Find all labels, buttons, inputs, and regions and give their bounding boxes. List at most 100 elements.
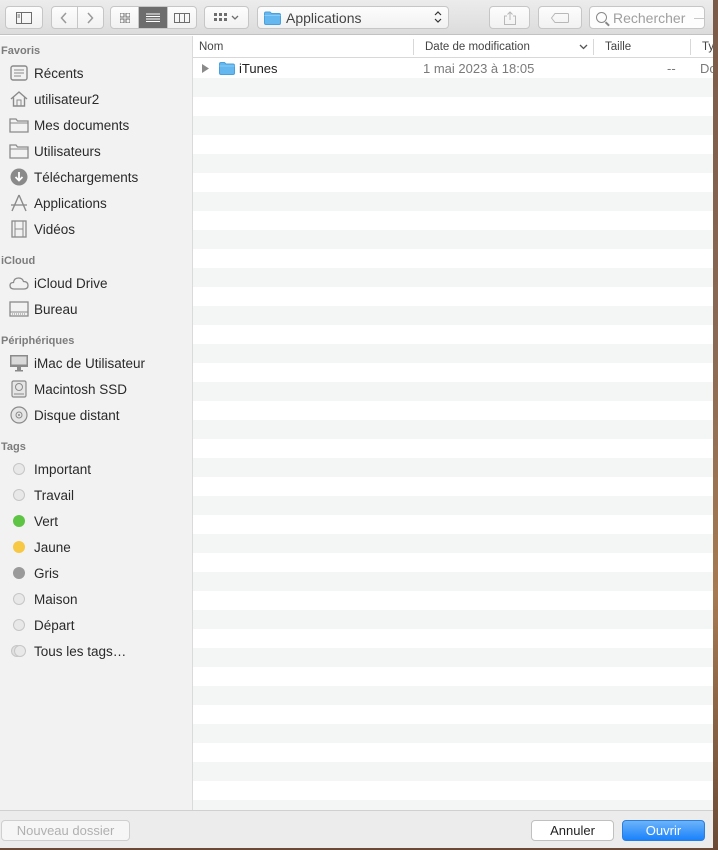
tag-button[interactable] — [538, 6, 582, 29]
empty-row — [193, 534, 713, 553]
empty-row — [193, 306, 713, 325]
disclosure-triangle-icon[interactable] — [202, 59, 209, 78]
sidebar-item-videos[interactable]: Vidéos — [0, 216, 192, 242]
column-view-button[interactable] — [168, 7, 196, 28]
empty-row — [193, 420, 713, 439]
sidebar-item-icloud-drive[interactable]: iCloud Drive — [0, 270, 192, 296]
sidebar-tag-jaune[interactable]: Jaune — [0, 534, 192, 560]
sidebar-item-label: iMac de Utilisateur — [34, 355, 146, 371]
sidebar-tag-depart[interactable]: Départ — [0, 612, 192, 638]
sidebar-tag-vert[interactable]: Vert — [0, 508, 192, 534]
sidebar-item-label: Vidéos — [34, 221, 76, 237]
view-mode-control — [110, 6, 197, 29]
columns-icon — [174, 12, 190, 23]
home-icon — [9, 90, 29, 108]
empty-row — [193, 363, 713, 382]
sidebar-item-home[interactable]: utilisateur2 — [0, 86, 192, 112]
icon-view-button[interactable] — [111, 7, 139, 28]
sidebar-item-utilisateurs[interactable]: Utilisateurs — [0, 138, 192, 164]
cancel-button[interactable]: Annuler — [531, 820, 614, 841]
column-separator[interactable] — [413, 39, 414, 55]
empty-row — [193, 629, 713, 648]
list-header: Nom Date de modification Taille Ty — [193, 36, 713, 58]
empty-row — [193, 800, 713, 810]
path-label: Applications — [286, 9, 362, 26]
sidebar-item-label: Récents — [34, 65, 84, 81]
empty-row — [193, 211, 713, 230]
tag-color-dot — [13, 593, 25, 605]
download-icon — [9, 168, 29, 186]
sort-chevron-down-icon — [579, 44, 588, 50]
share-icon — [503, 10, 516, 25]
empty-row — [193, 230, 713, 249]
sidebar-item-label: Maison — [34, 591, 78, 607]
empty-row — [193, 287, 713, 306]
sidebar-tag-gris[interactable]: Gris — [0, 560, 192, 586]
folder-icon — [219, 59, 235, 78]
film-icon — [9, 220, 29, 238]
forward-button[interactable] — [78, 7, 103, 28]
sidebar-item-macintosh-ssd[interactable]: Macintosh SSD — [0, 376, 192, 402]
search-icon — [596, 12, 607, 23]
sidebar-section-favoris: Favoris — [1, 45, 41, 57]
empty-row — [193, 173, 713, 192]
imac-icon — [9, 354, 29, 372]
group-grid-icon — [213, 12, 238, 21]
empty-row — [193, 439, 713, 458]
sidebar-toggle-button[interactable] — [5, 6, 43, 29]
empty-row — [193, 686, 713, 705]
sidebar-tag-travail[interactable]: Travail — [0, 482, 192, 508]
sidebar-item-bureau[interactable]: Bureau — [0, 296, 192, 322]
column-header-date[interactable]: Date de modification — [419, 36, 594, 58]
sidebar-section-icloud: iCloud — [1, 255, 36, 267]
column-header-size[interactable]: Taille — [599, 36, 689, 58]
rows-container: iTunes 1 mai 2023 à 18:05 -- Do — [193, 59, 713, 810]
column-header-name[interactable]: Nom — [193, 36, 413, 58]
open-file-dialog: Applications Rechercher Favoris Récents … — [0, 0, 713, 848]
grid-icon — [119, 12, 130, 23]
search-placeholder: Rechercher — [613, 9, 686, 26]
column-separator[interactable] — [690, 39, 691, 55]
empty-row — [193, 192, 713, 211]
tag-color-dot — [13, 619, 25, 631]
empty-row — [193, 515, 713, 534]
sidebar-tag-all[interactable]: Tous les tags… — [0, 638, 192, 664]
empty-row — [193, 325, 713, 344]
list-icon — [146, 13, 160, 22]
sidebar-item-imac[interactable]: iMac de Utilisateur — [0, 350, 192, 376]
table-row[interactable]: iTunes 1 mai 2023 à 18:05 -- Do — [193, 59, 713, 78]
sidebar-item-recents[interactable]: Récents — [0, 60, 192, 86]
empty-row — [193, 648, 713, 667]
sidebar-item-label: Disque distant — [34, 407, 120, 423]
tag-color-dot — [13, 463, 25, 475]
sidebar-section-tags: Tags — [1, 441, 26, 453]
column-header-type[interactable]: Ty — [696, 36, 713, 58]
group-by-button[interactable] — [204, 6, 249, 29]
sidebar-tag-important[interactable]: Important — [0, 456, 192, 482]
empty-row — [193, 667, 713, 686]
column-separator[interactable] — [593, 39, 594, 55]
optical-disc-icon — [9, 406, 29, 424]
path-popup[interactable]: Applications — [257, 6, 449, 29]
sidebar-item-applications[interactable]: Applications — [0, 190, 192, 216]
sidebar-item-disque-distant[interactable]: Disque distant — [0, 402, 192, 428]
search-field[interactable]: Rechercher — [589, 6, 705, 29]
open-button[interactable]: Ouvrir — [622, 820, 705, 841]
sidebar-item-label: Jaune — [34, 539, 71, 555]
sidebar-item-telechargements[interactable]: Téléchargements — [0, 164, 192, 190]
empty-row — [193, 97, 713, 116]
chevron-left-icon — [60, 11, 67, 24]
tag-color-dot — [13, 515, 25, 527]
share-button[interactable] — [489, 6, 530, 29]
applications-icon — [9, 194, 29, 212]
empty-row — [193, 496, 713, 515]
list-view-button[interactable] — [139, 7, 168, 28]
back-button[interactable] — [52, 7, 78, 28]
empty-row — [193, 705, 713, 724]
sidebar: Favoris Récents utilisateur2 Mes documen… — [0, 36, 193, 810]
empty-row — [193, 553, 713, 572]
sidebar-item-label: Téléchargements — [34, 169, 139, 185]
sidebar-item-mes-documents[interactable]: Mes documents — [0, 112, 192, 138]
new-folder-button[interactable]: Nouveau dossier — [1, 820, 130, 841]
sidebar-tag-maison[interactable]: Maison — [0, 586, 192, 612]
